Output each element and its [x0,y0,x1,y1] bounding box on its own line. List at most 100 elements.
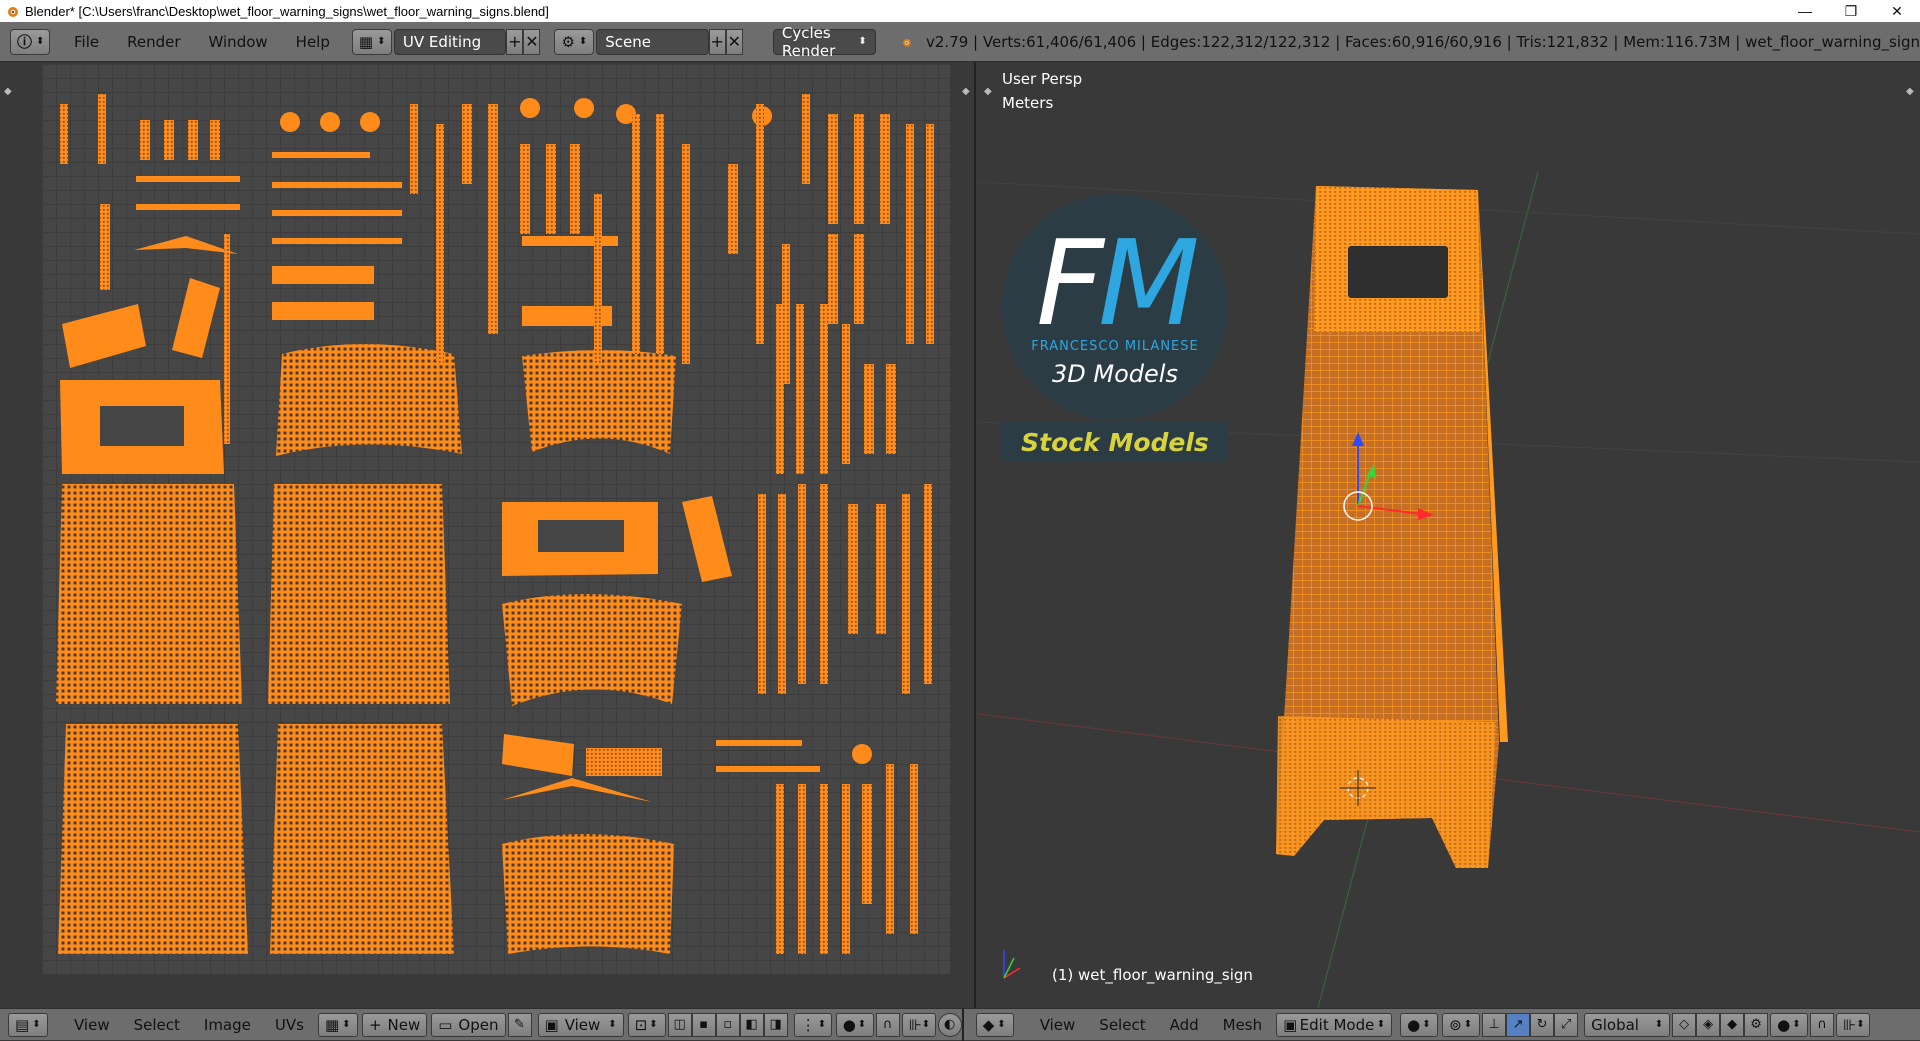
chevron-updown-icon: ⬍ [32,1019,41,1030]
pivot-point-select[interactable]: ⊚ ⬍ [1442,1012,1481,1037]
snap-element-select[interactable]: ⊪ ⬍ [901,1012,936,1037]
vertex-select-mode-button[interactable]: ▪ [691,1012,716,1037]
uv-editor-type-button[interactable]: ▤ ⬍ [8,1012,48,1037]
open-image-button[interactable]: ▭ Open [431,1012,506,1037]
scene-selector[interactable]: ⚙ ⬍ [554,28,595,55]
uv-menu-image[interactable]: Image [192,1016,263,1034]
blender-logo-icon [902,38,911,47]
screen-layout-selector[interactable]: ▦ ⬍ [351,28,392,55]
wet-floor-sign-mesh [1276,186,1508,868]
chevron-updown-icon: ⬍ [997,1019,1006,1030]
menu-file[interactable]: File [60,33,113,51]
rotate-manipulator-button[interactable]: ↻ [1530,1012,1555,1037]
vp-menu-select[interactable]: Select [1087,1016,1157,1034]
window-title: Blender* [C:\Users\franc\Desktop\wet_flo… [25,3,549,19]
pivot-point-icon: ⊚ [1449,1015,1462,1034]
chevron-updown-icon: ⬍ [649,1019,658,1030]
chevron-updown-icon: ⬍ [377,36,386,47]
axis-indicator-icon [1003,950,1021,979]
transform-orientation-select[interactable]: Global ⬍ [1584,1012,1671,1037]
screen-layout-field[interactable]: UV Editing [393,28,507,55]
manipulator-icon: ⊥ [1488,1017,1500,1032]
snap-toggle[interactable]: ∩ [875,1012,900,1037]
open-image-label: Open [458,1015,499,1034]
menu-render[interactable]: Render [113,33,194,51]
folder-icon: ▭ [438,1015,453,1034]
bottom-headers: ▤ ⬍ View Select Image UVs ▦ ⬍ + New ▭ Open ✎… [0,1008,1920,1041]
sticky-select-icon: ⋮ [800,1015,816,1034]
uv-island-panels-large [56,484,454,954]
uv-islands-layout [56,94,934,954]
menu-window[interactable]: Window [195,33,282,51]
sticky-select-mode[interactable]: ⋮ ⬍ [793,1012,832,1037]
render-slot-icon: ◐ [944,1017,956,1032]
fm-logo-watermark: FM FRANCESCO MILANESE 3D Models [1002,194,1228,420]
main-menu: File Render Window Help [60,33,344,51]
chevron-updown-icon: ⬍ [921,1019,931,1030]
interaction-mode-value: Edit Mode [1299,1015,1375,1034]
chevron-updown-icon: ⬍ [1422,1019,1431,1030]
region-expand-arrow-icon[interactable]: ◆ [962,86,970,97]
close-button[interactable]: ✕ [1874,0,1920,22]
sign-handle-hole [1348,246,1448,298]
island-select-mode-button[interactable]: ◨ [763,1012,788,1037]
remove-scene-button[interactable]: ✕ [725,28,743,55]
image-browse-icon: ▦ [324,1015,340,1034]
snap-element-icon: ⊪ [1843,1015,1857,1034]
vp-snap-toggle[interactable]: ∩ [1810,1012,1835,1037]
menu-help[interactable]: Help [282,33,344,51]
editor-type-info-button[interactable]: ⓘ ⬍ [10,28,50,55]
info-header: ⓘ ⬍ File Render Window Help ▦ ⬍ UV Editing… [0,22,1920,62]
uv-menu-uvs[interactable]: UVs [263,1016,316,1034]
pivot-select[interactable]: ⊡ ⬍ [627,1012,666,1037]
add-scene-button[interactable]: + [708,28,726,55]
proportional-edit-icon: ● [842,1015,856,1034]
interaction-mode-select[interactable]: ▣ Edit Mode ⬍ [1276,1012,1393,1037]
uv-menu-select[interactable]: Select [122,1016,192,1034]
scene-field[interactable]: Scene [596,28,709,55]
chevron-updown-icon: ⬍ [858,36,867,47]
render-engine-select[interactable]: Cycles Render ⬍ [772,24,876,60]
manipulator-toggle[interactable]: ⊥ [1482,1012,1507,1037]
uv-grid[interactable] [42,64,950,974]
minimize-button[interactable]: — [1782,0,1828,22]
vp-snap-element-select[interactable]: ⊪ ⬍ [1836,1012,1871,1037]
remove-layout-button[interactable]: ✕ [523,28,541,55]
logo-author-name: FRANCESCO MILANESE [1031,339,1199,354]
edit-mode-icon: ▣ [1283,1015,1298,1034]
scene-icon: ⚙ [561,32,575,51]
vertex-mode-button[interactable]: ◇ [1672,1012,1697,1037]
uv-view-mode-select[interactable]: ▣ View ⬍ [537,1012,624,1037]
proportional-edit-icon: ● [1777,1015,1791,1034]
proportional-edit-select[interactable]: ● ⬍ [835,1012,874,1037]
sync-selection-toggle[interactable]: ◫ [667,1012,692,1037]
translate-manipulator-button[interactable]: ↗ [1506,1012,1531,1037]
pin-image-button[interactable]: ✎ [507,1012,532,1037]
chevron-updown-icon: ⬍ [1792,1019,1801,1030]
viewport-editor-type-button[interactable]: ◆ ⬍ [975,1012,1014,1037]
add-layout-button[interactable]: + [506,28,524,55]
face-mode-button[interactable]: ◆ [1720,1012,1745,1037]
uv-image-editor[interactable]: ◆ ◆ [0,62,976,1008]
render-slot-button[interactable]: ◐ [937,1012,962,1037]
vp-menu-view[interactable]: View [1028,1016,1088,1034]
new-image-button[interactable]: + New [361,1012,428,1037]
face-select-mode-button[interactable]: ◧ [739,1012,764,1037]
island-select-icon: ◨ [769,1017,782,1032]
3d-viewport[interactable]: ◆ ◆ User Persp Meters FM FRANCESCO MILAN… [978,62,1920,1008]
3d-view-icon: ◆ [982,1015,995,1034]
vp-menu-add[interactable]: Add [1158,1016,1211,1034]
maximize-button[interactable]: ❐ [1828,0,1874,22]
render-engine-value: Cycles Render [781,23,836,60]
edge-mode-button[interactable]: ◈ [1696,1012,1721,1037]
occlude-geometry-toggle[interactable]: ⚙ [1744,1012,1769,1037]
viewport-shading-select[interactable]: ● ⬍ [1400,1012,1439,1037]
edge-select-mode-button[interactable]: ▫ [715,1012,740,1037]
uv-menu-view[interactable]: View [62,1016,122,1034]
region-expand-arrow-icon[interactable]: ◆ [4,86,12,97]
vp-menu-mesh[interactable]: Mesh [1211,1016,1275,1034]
image-editor-icon: ▤ [15,1015,30,1034]
vp-proportional-edit-select[interactable]: ● ⬍ [1770,1012,1809,1037]
scale-manipulator-button[interactable]: ⤢ [1554,1012,1579,1037]
image-browse-button[interactable]: ▦ ⬍ [317,1012,358,1037]
